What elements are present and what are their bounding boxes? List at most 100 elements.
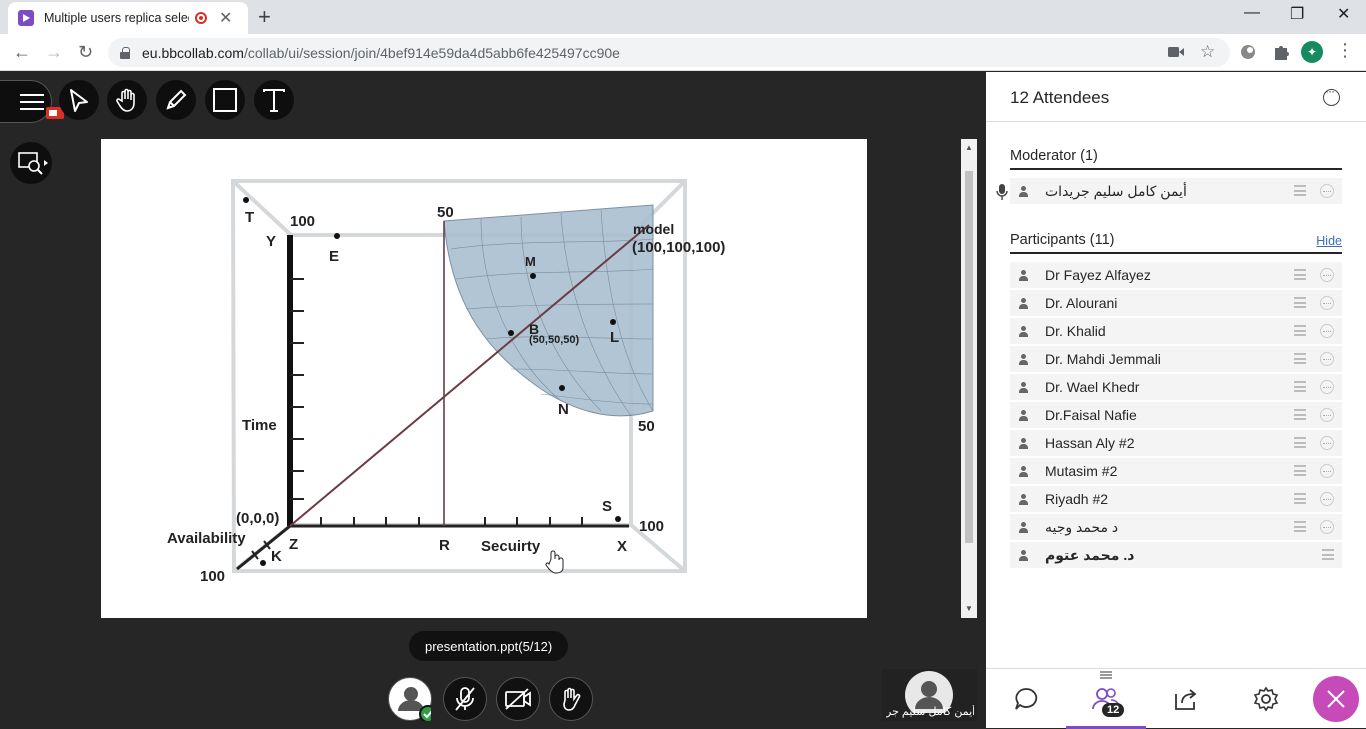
label-e: E	[329, 248, 339, 265]
participant-row[interactable]: د محمد وجيه	[1010, 514, 1342, 540]
new-tab-icon[interactable]: +	[258, 4, 271, 30]
user-icon	[1018, 269, 1029, 281]
slide-scrollbar[interactable]: ▲ ▼	[961, 139, 977, 618]
chrome-menu-icon[interactable]: ⋮	[1336, 40, 1354, 61]
session-menu-button[interactable]	[0, 80, 64, 123]
attendee-more-icon[interactable]	[1320, 520, 1334, 534]
attendee-controls-icon[interactable]	[1294, 325, 1306, 336]
moderator-row[interactable]: أيمن كامل سليم جريدات	[1010, 178, 1342, 204]
shape-tool-button[interactable]	[205, 80, 245, 120]
moderator-section-title: Moderator (1)	[1010, 148, 1342, 170]
participant-row[interactable]: Dr. Alourani	[1010, 290, 1342, 316]
close-window-icon[interactable]: ✕	[1337, 4, 1350, 24]
attendee-controls-icon[interactable]	[1294, 353, 1306, 364]
attendee-controls-icon[interactable]	[1322, 549, 1334, 560]
address-bar[interactable]: eu.bbcollab.com/collab/ui/session/join/4…	[108, 38, 1230, 67]
participant-row[interactable]: Hassan Aly #2	[1010, 430, 1342, 456]
back-arrow-icon[interactable]: ←	[13, 42, 31, 63]
raise-hand-button[interactable]	[549, 677, 593, 721]
profile-avatar[interactable]: ✦	[1301, 41, 1323, 63]
attendee-more-icon[interactable]	[1320, 352, 1334, 366]
participant-row[interactable]: Dr.Faisal Nafie	[1010, 402, 1342, 428]
participant-row[interactable]: Dr Fayez Alfayez	[1010, 262, 1342, 288]
chat-button[interactable]	[986, 669, 1066, 729]
label-50-top: 50	[437, 204, 454, 221]
participant-row[interactable]: Dr. Mahdi Jemmali	[1010, 346, 1342, 372]
participant-row[interactable]: Riyadh #2	[1010, 486, 1342, 512]
participant-row[interactable]: Dr. Wael Khedr	[1010, 374, 1342, 400]
microphone-icon	[996, 184, 1008, 200]
attendee-more-icon[interactable]	[1320, 492, 1334, 506]
participant-row[interactable]: Mutasim #2	[1010, 458, 1342, 484]
camera-toggle[interactable]	[496, 677, 540, 721]
attendee-more-icon[interactable]	[1320, 408, 1334, 422]
user-icon	[1018, 353, 1029, 365]
share-content-button[interactable]	[1146, 669, 1226, 729]
close-panel-button[interactable]	[1313, 676, 1359, 722]
user-icon	[1018, 549, 1029, 561]
reload-icon[interactable]: ↻	[78, 42, 93, 63]
pen-tool-button[interactable]	[156, 80, 196, 120]
label-model: model	[633, 221, 674, 237]
url-path: /collab/ui/session/join/4bef914e59da4d5a…	[243, 44, 620, 61]
file-label: presentation.ppt (5/12)	[409, 631, 569, 661]
attendee-controls-icon[interactable]	[1294, 437, 1306, 448]
self-video-tile[interactable]: أيمن كامل سليم جر...	[882, 669, 977, 721]
attendee-controls-icon[interactable]	[1294, 297, 1306, 308]
raise-hand-icon	[563, 687, 581, 711]
extension-icon[interactable]	[1238, 42, 1258, 62]
attendee-more-icon[interactable]	[1320, 436, 1334, 450]
participant-row[interactable]: Dr. Khalid	[1010, 318, 1342, 344]
panel-title: 12 Attendees	[1010, 88, 1110, 107]
text-tool-button[interactable]	[254, 80, 294, 120]
attendee-controls-icon[interactable]	[1294, 409, 1306, 420]
microphone-toggle[interactable]	[443, 677, 487, 721]
attendee-more-icon[interactable]	[1320, 296, 1334, 310]
attendee-controls-icon[interactable]	[1294, 185, 1306, 196]
participants-section-title: Participants (11) Hide	[1010, 232, 1342, 254]
zoom-view-button[interactable]	[10, 142, 52, 184]
label-100-right: 100	[639, 518, 664, 535]
3d-axis-diagram: T 100 Y E 50 model (100,100,100) M B (50…	[167, 179, 725, 585]
extensions-puzzle-icon[interactable]	[1271, 42, 1291, 62]
label-origin: (0,0,0)	[236, 510, 279, 527]
bookmark-star-icon[interactable]: ☆	[1200, 42, 1215, 62]
share-icon	[1175, 689, 1197, 710]
label-n: N	[558, 401, 569, 418]
attendee-count-badge: 12	[1102, 703, 1125, 717]
minimize-window-icon[interactable]: —	[1244, 4, 1260, 22]
my-status-button[interactable]	[388, 677, 432, 721]
attendee-more-icon[interactable]	[1320, 268, 1334, 282]
select-tool-button[interactable]	[59, 80, 99, 120]
settings-button[interactable]	[1226, 669, 1306, 729]
label-100-top: 100	[290, 213, 315, 230]
restore-window-icon[interactable]: ❐	[1290, 4, 1304, 24]
hide-participants-link[interactable]: Hide	[1316, 234, 1342, 248]
attendee-controls-icon[interactable]	[1294, 269, 1306, 280]
user-icon	[1018, 185, 1029, 197]
camera-in-use-icon[interactable]	[1168, 46, 1184, 58]
attendees-button[interactable]: 12	[1066, 669, 1146, 729]
label-security: Secuirty	[481, 538, 541, 555]
attendee-controls-icon[interactable]	[1294, 381, 1306, 392]
attendee-controls-icon[interactable]	[1294, 493, 1306, 504]
attendee-more-icon[interactable]	[1320, 324, 1334, 338]
label-availability: Availability	[167, 530, 246, 547]
close-tab-icon[interactable]: ✕	[219, 8, 232, 28]
microphone-off-icon	[455, 687, 475, 711]
panel-footer-nav: 12	[986, 668, 1366, 729]
attendee-controls-icon[interactable]	[1294, 521, 1306, 532]
pan-tool-button[interactable]	[107, 80, 147, 120]
attendee-more-icon[interactable]	[1320, 464, 1334, 478]
more-options-icon[interactable]	[1323, 84, 1340, 106]
attendee-controls-icon[interactable]	[1294, 465, 1306, 476]
text-icon	[263, 89, 285, 112]
attendee-more-icon[interactable]	[1320, 380, 1334, 394]
attendee-more-icon[interactable]	[1320, 184, 1334, 198]
label-y: Y	[266, 233, 276, 250]
participant-row-self[interactable]: د. محمد عتوم	[1010, 542, 1342, 568]
label-time: Time	[242, 417, 277, 434]
forward-arrow-icon[interactable]: →	[45, 42, 63, 63]
scrollbar-thumb[interactable]	[965, 171, 973, 543]
browser-tab[interactable]: Multiple users replica selectio ✕	[8, 2, 248, 34]
